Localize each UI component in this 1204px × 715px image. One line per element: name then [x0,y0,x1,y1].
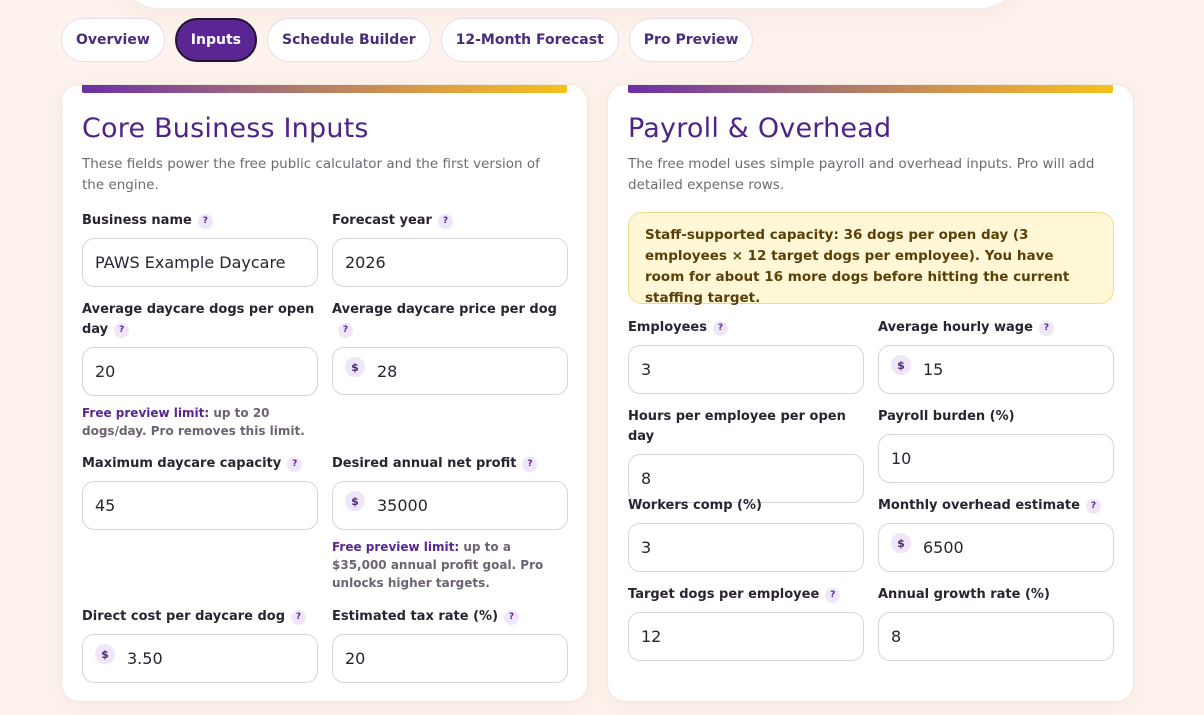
max-capacity-input[interactable]: 45 [82,481,318,530]
avg-price-field: Average daycare price per dog? $28 [332,300,568,395]
help-icon[interactable]: ? [504,610,520,625]
dollar-icon: $ [891,355,911,375]
tax-rate-field: Estimated tax rate (%)? 20 [332,607,568,683]
tab-inputs[interactable]: Inputs [174,18,257,62]
hourly-wage-label: Average hourly wage [878,320,1033,335]
avg-price-input[interactable]: $28 [332,347,568,395]
target-dogs-input[interactable]: 12 [628,612,864,661]
workers-comp-field: Workers comp (%) 3 [628,496,864,572]
help-icon[interactable]: ? [287,457,303,472]
max-capacity-field: Maximum daycare capacity? 45 [82,454,318,530]
help-icon[interactable]: ? [197,214,213,229]
max-capacity-label: Maximum daycare capacity [82,456,282,471]
top-banner-edge [120,0,1020,8]
employees-label: Employees [628,320,707,335]
employees-input[interactable]: 3 [628,345,864,394]
card-description: These fields power the free public calcu… [82,156,540,193]
payroll-overhead-card: Payroll & Overhead The free model uses s… [607,84,1134,702]
dollar-icon: $ [345,357,365,377]
target-dogs-label: Target dogs per employee [628,587,820,602]
core-business-inputs-card: Core Business Inputs These fields power … [61,84,588,702]
profit-limit-note: Free preview limit: up to a $35,000 annu… [332,540,544,590]
card-title: Payroll & Overhead [628,113,892,144]
tab-12-month-forecast[interactable]: 12-Month Forecast [440,18,619,62]
hours-per-employee-label: Hours per employee per open day [628,409,846,444]
dollar-icon: $ [345,491,365,511]
help-icon[interactable]: ? [437,214,453,229]
card-accent-bar [82,85,567,93]
business-name-field: Business name? PAWS Example Daycare [82,211,318,287]
monthly-overhead-field: Monthly overhead estimate? $6500 [878,496,1114,572]
growth-rate-input[interactable]: 8 [878,612,1114,661]
desired-profit-input[interactable]: $35000 [332,481,568,530]
target-dogs-field: Target dogs per employee? 12 [628,585,864,661]
avg-dogs-input[interactable]: 20 [82,347,318,396]
employees-field: Employees? 3 [628,318,864,394]
tax-rate-label: Estimated tax rate (%) [332,609,499,624]
help-icon[interactable]: ? [338,323,353,338]
tab-bar: Overview Inputs Schedule Builder 12-Mont… [61,18,754,62]
hourly-wage-input[interactable]: $15 [878,345,1114,394]
card-accent-bar [628,85,1113,93]
avg-price-label: Average daycare price per dog [332,302,557,317]
desired-profit-field: Desired annual net profit? $35000 Free p… [332,454,568,592]
dollar-icon: $ [891,533,911,553]
payroll-burden-field: Payroll burden (%) 10 [878,407,1114,483]
monthly-overhead-label: Monthly overhead estimate [878,498,1080,513]
help-icon[interactable]: ? [1038,321,1054,336]
hourly-wage-field: Average hourly wage? $15 [878,318,1114,394]
business-name-input[interactable]: PAWS Example Daycare [82,238,318,287]
card-title: Core Business Inputs [82,113,369,144]
dollar-icon: $ [95,644,115,664]
help-icon[interactable]: ? [712,321,728,336]
help-icon[interactable]: ? [522,457,538,472]
tab-pro-preview[interactable]: Pro Preview [628,18,754,62]
direct-cost-label: Direct cost per daycare dog [82,609,286,624]
forecast-year-input[interactable]: 2026 [332,238,568,287]
forecast-year-field: Forecast year? 2026 [332,211,568,287]
help-icon[interactable]: ? [1085,499,1101,514]
business-name-label: Business name [82,213,192,228]
tab-schedule-builder[interactable]: Schedule Builder [266,18,431,62]
direct-cost-field: Direct cost per daycare dog? $3.50 [82,607,318,683]
help-icon[interactable]: ? [825,588,841,603]
growth-rate-label: Annual growth rate (%) [878,587,1050,602]
hours-per-employee-field: Hours per employee per open day 8 [628,407,864,503]
payroll-burden-input[interactable]: 10 [878,434,1114,483]
forecast-year-label: Forecast year [332,213,432,228]
payroll-burden-label: Payroll burden (%) [878,409,1015,424]
help-icon[interactable]: ? [114,323,130,338]
desired-profit-label: Desired annual net profit [332,456,517,471]
help-icon[interactable]: ? [291,610,307,625]
avg-dogs-field: Average daycare dogs per open day? 20 Fr… [82,300,318,440]
capacity-alert: Staff-supported capacity: 36 dogs per op… [628,212,1114,306]
growth-rate-field: Annual growth rate (%) 8 [878,585,1114,661]
workers-comp-input[interactable]: 3 [628,523,864,572]
dogs-limit-note: Free preview limit: up to 20 dogs/day. P… [82,406,305,438]
direct-cost-input[interactable]: $3.50 [82,634,318,683]
monthly-overhead-input[interactable]: $6500 [878,523,1114,572]
card-description: The free model uses simple payroll and o… [628,156,1095,193]
tab-overview[interactable]: Overview [61,18,165,62]
tax-rate-input[interactable]: 20 [332,634,568,683]
workers-comp-label: Workers comp (%) [628,498,762,513]
